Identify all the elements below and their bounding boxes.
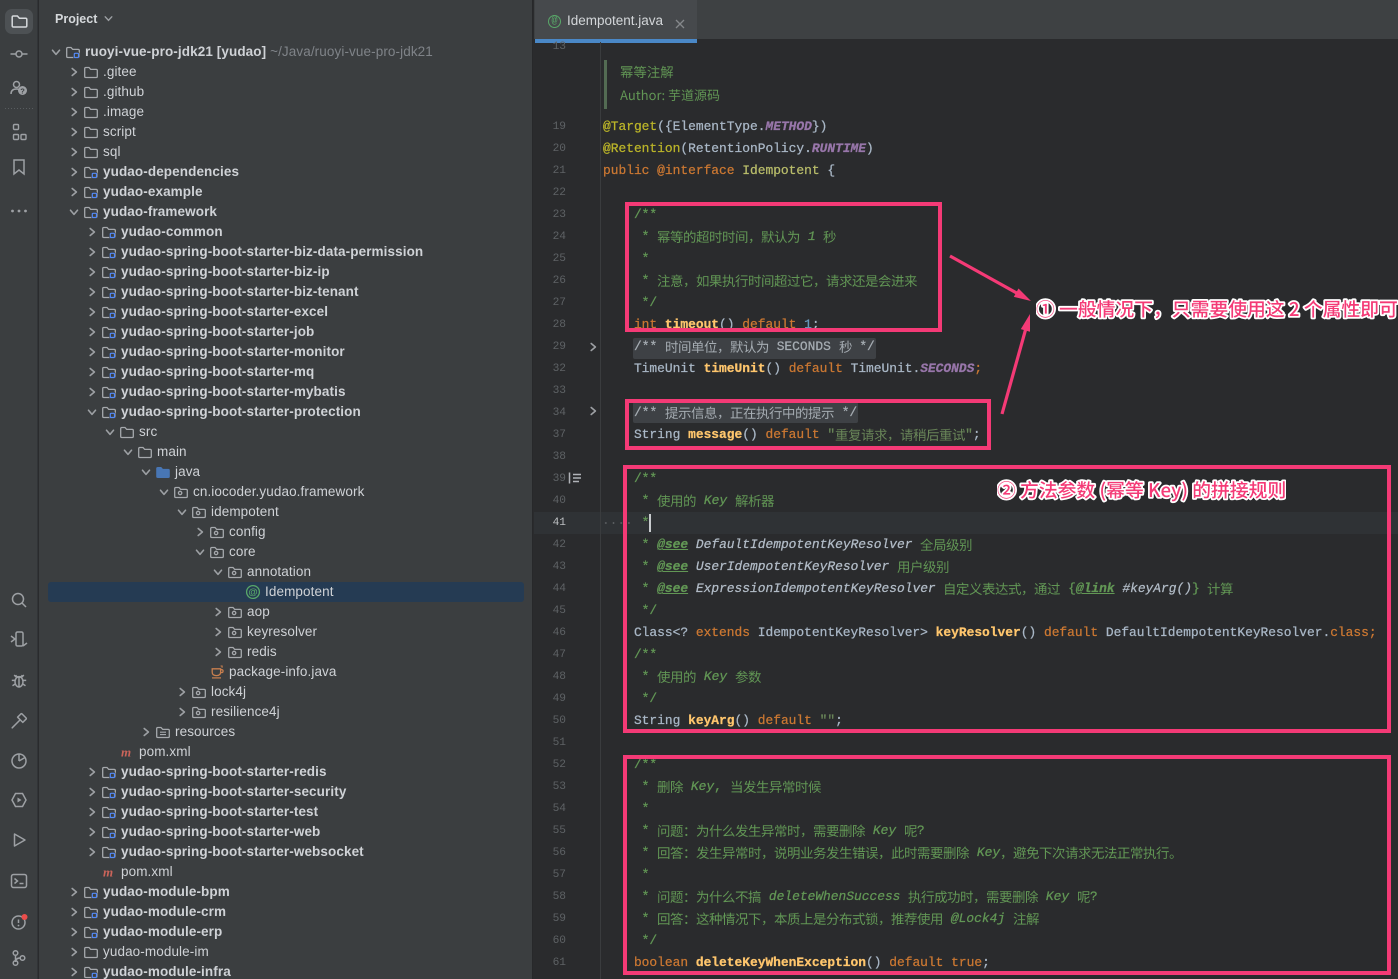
svg-text:@: @ bbox=[248, 587, 257, 598]
svg-text:?: ? bbox=[20, 87, 25, 96]
svg-text:m: m bbox=[121, 745, 131, 760]
svg-text:m: m bbox=[103, 865, 113, 880]
